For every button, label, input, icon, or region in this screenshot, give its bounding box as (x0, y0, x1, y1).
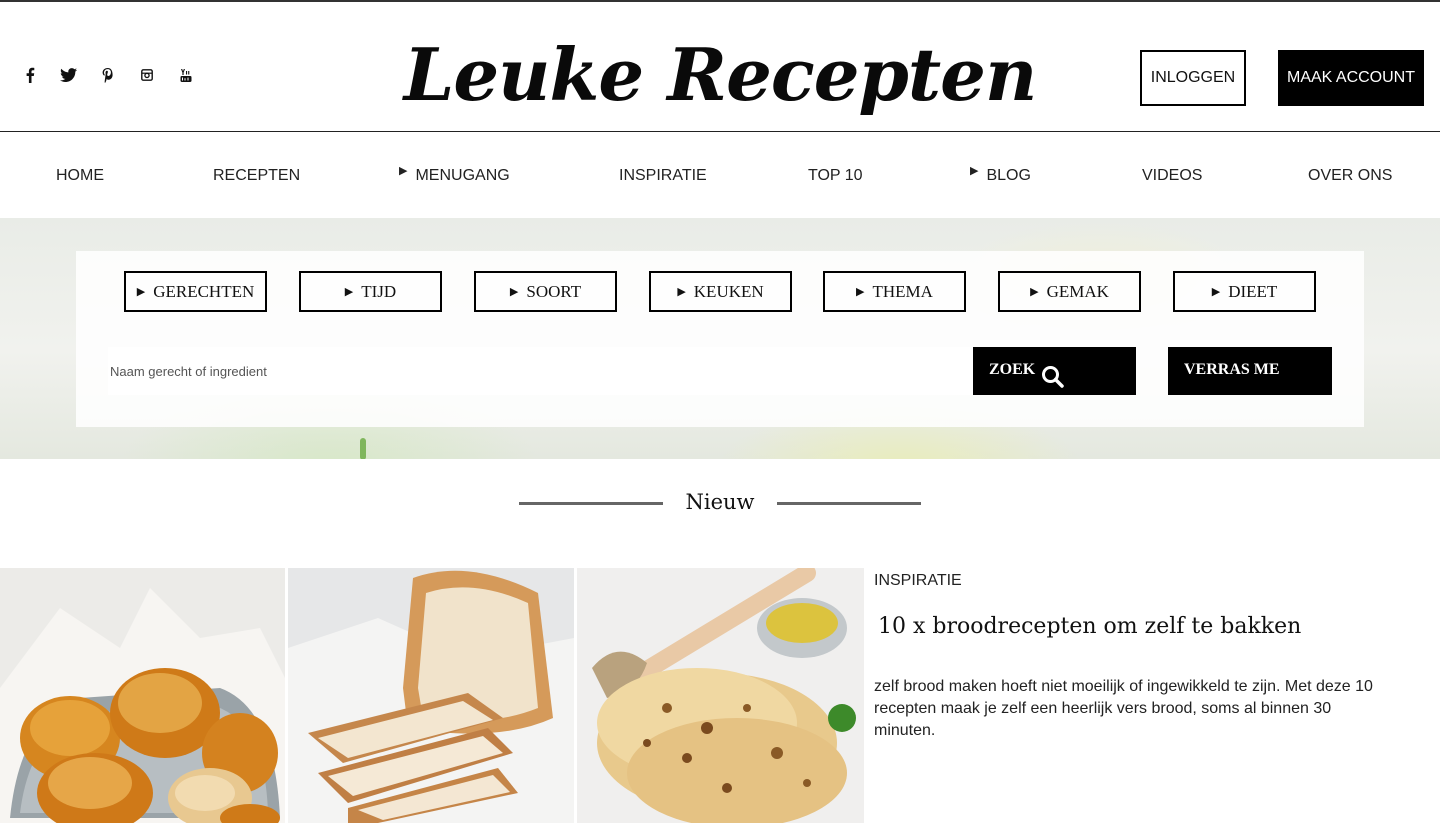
create-account-button[interactable]: MAAK ACCOUNT (1278, 50, 1424, 106)
search-icon (1041, 365, 1065, 394)
nav-item-label: BLOG (986, 167, 1031, 184)
article-excerpt: zelf brood maken hoeft niet moeilijk of … (874, 678, 1373, 739)
nav-item-label: MENUGANG (415, 167, 510, 184)
triangle-right-icon: ▶ (970, 165, 979, 177)
nav-item-label: TOP 10 (808, 167, 863, 184)
nav-item-menugang[interactable]: ▶ MENUGANG (399, 165, 510, 185)
pinterest-icon[interactable] (88, 66, 127, 84)
youtube-icon[interactable] (166, 66, 205, 84)
nav-item-blog[interactable]: ▶ BLOG (970, 165, 1031, 185)
filter-label: GEMAK (1046, 281, 1109, 301)
nav-item-label: RECEPTEN (213, 167, 301, 184)
filter-label: DIEET (1228, 281, 1278, 301)
naan-flatbread-photo[interactable] (577, 568, 864, 823)
nav-item-recepten[interactable]: RECEPTEN (213, 167, 300, 185)
filter-label: SOORT (526, 281, 582, 301)
nav-item-label: INSPIRATIE (619, 167, 707, 184)
triangle-right-icon: ▶ (856, 286, 865, 298)
bread-rolls-photo[interactable] (0, 568, 285, 823)
nav-item-top10[interactable]: TOP 10 (808, 167, 863, 185)
nav-item-over-ons[interactable]: OVER ONS (1308, 167, 1392, 185)
triangle-right-icon: ▶ (677, 286, 686, 298)
nav-item-videos[interactable]: VIDEOS (1142, 167, 1202, 185)
facebook-icon[interactable] (10, 66, 49, 84)
main-navigation: HOME RECEPTEN ▶ MENUGANG INSPIRATIE TOP 1… (0, 134, 1440, 218)
surprise-me-label: VERRAS ME (1184, 361, 1280, 378)
section-divider-right (777, 502, 921, 505)
search-button[interactable]: ZOEK (973, 347, 1136, 395)
filter-gerechten-button[interactable]: ▶ GERECHTEN (124, 271, 267, 312)
triangle-right-icon: ▶ (344, 286, 354, 298)
filter-keuken-button[interactable]: ▶ KEUKEN (649, 271, 792, 312)
hero-search-banner: ▶ GERECHTEN ▶ TIJD ▶ SOORT ▶ KEUKEN ▶ THEMA ▶… (0, 218, 1440, 459)
filter-thema-button[interactable]: ▶ THEMA (823, 271, 966, 312)
twitter-icon[interactable] (49, 66, 88, 84)
background-decoration (360, 438, 366, 459)
filter-dieet-button[interactable]: ▶ DIEET (1173, 271, 1316, 312)
triangle-right-icon: ▶ (1211, 286, 1221, 298)
login-button[interactable]: INLOGGEN (1140, 50, 1246, 106)
nav-item-home[interactable]: HOME (56, 167, 104, 185)
filter-label: GERECHTEN (153, 281, 255, 301)
article-title[interactable]: 10 x broodrecepten om zelf te bakken (878, 614, 1301, 639)
filter-gemak-button[interactable]: ▶ GEMAK (998, 271, 1141, 312)
triangle-right-icon: ▶ (1030, 286, 1039, 298)
filter-label: KEUKEN (693, 281, 764, 301)
triangle-right-icon: ▶ (399, 165, 408, 177)
search-panel: ▶ GERECHTEN ▶ TIJD ▶ SOORT ▶ KEUKEN ▶ THEMA ▶… (76, 251, 1364, 427)
filter-label: THEMA (872, 281, 933, 301)
search-button-label: ZOEK (989, 361, 1036, 378)
nav-item-label: OVER ONS (1308, 167, 1393, 184)
filter-label: TIJD (361, 281, 397, 301)
nav-item-label: HOME (56, 167, 104, 184)
filter-tijd-button[interactable]: ▶ TIJD (299, 271, 442, 312)
nav-item-inspiratie[interactable]: INSPIRATIE (619, 167, 707, 185)
section-title: Nieuw (685, 490, 755, 514)
instagram-icon[interactable] (127, 66, 166, 84)
filter-soort-button[interactable]: ▶ SOORT (474, 271, 617, 312)
section-divider-left (519, 502, 663, 505)
triangle-right-icon: ▶ (509, 286, 519, 298)
white-bread-loaf-photo[interactable] (288, 568, 574, 823)
site-logo[interactable]: Leuke Recepten (404, 24, 1038, 124)
social-links (10, 66, 205, 84)
triangle-right-icon: ▶ (136, 286, 146, 298)
nav-item-label: VIDEOS (1142, 167, 1203, 184)
recipe-search-input[interactable] (108, 347, 974, 395)
article-category[interactable]: INSPIRATIE (874, 572, 962, 590)
surprise-me-button[interactable]: VERRAS ME (1168, 347, 1332, 395)
site-header: Leuke Recepten INLOGGEN MAAK ACCOUNT (0, 2, 1440, 132)
